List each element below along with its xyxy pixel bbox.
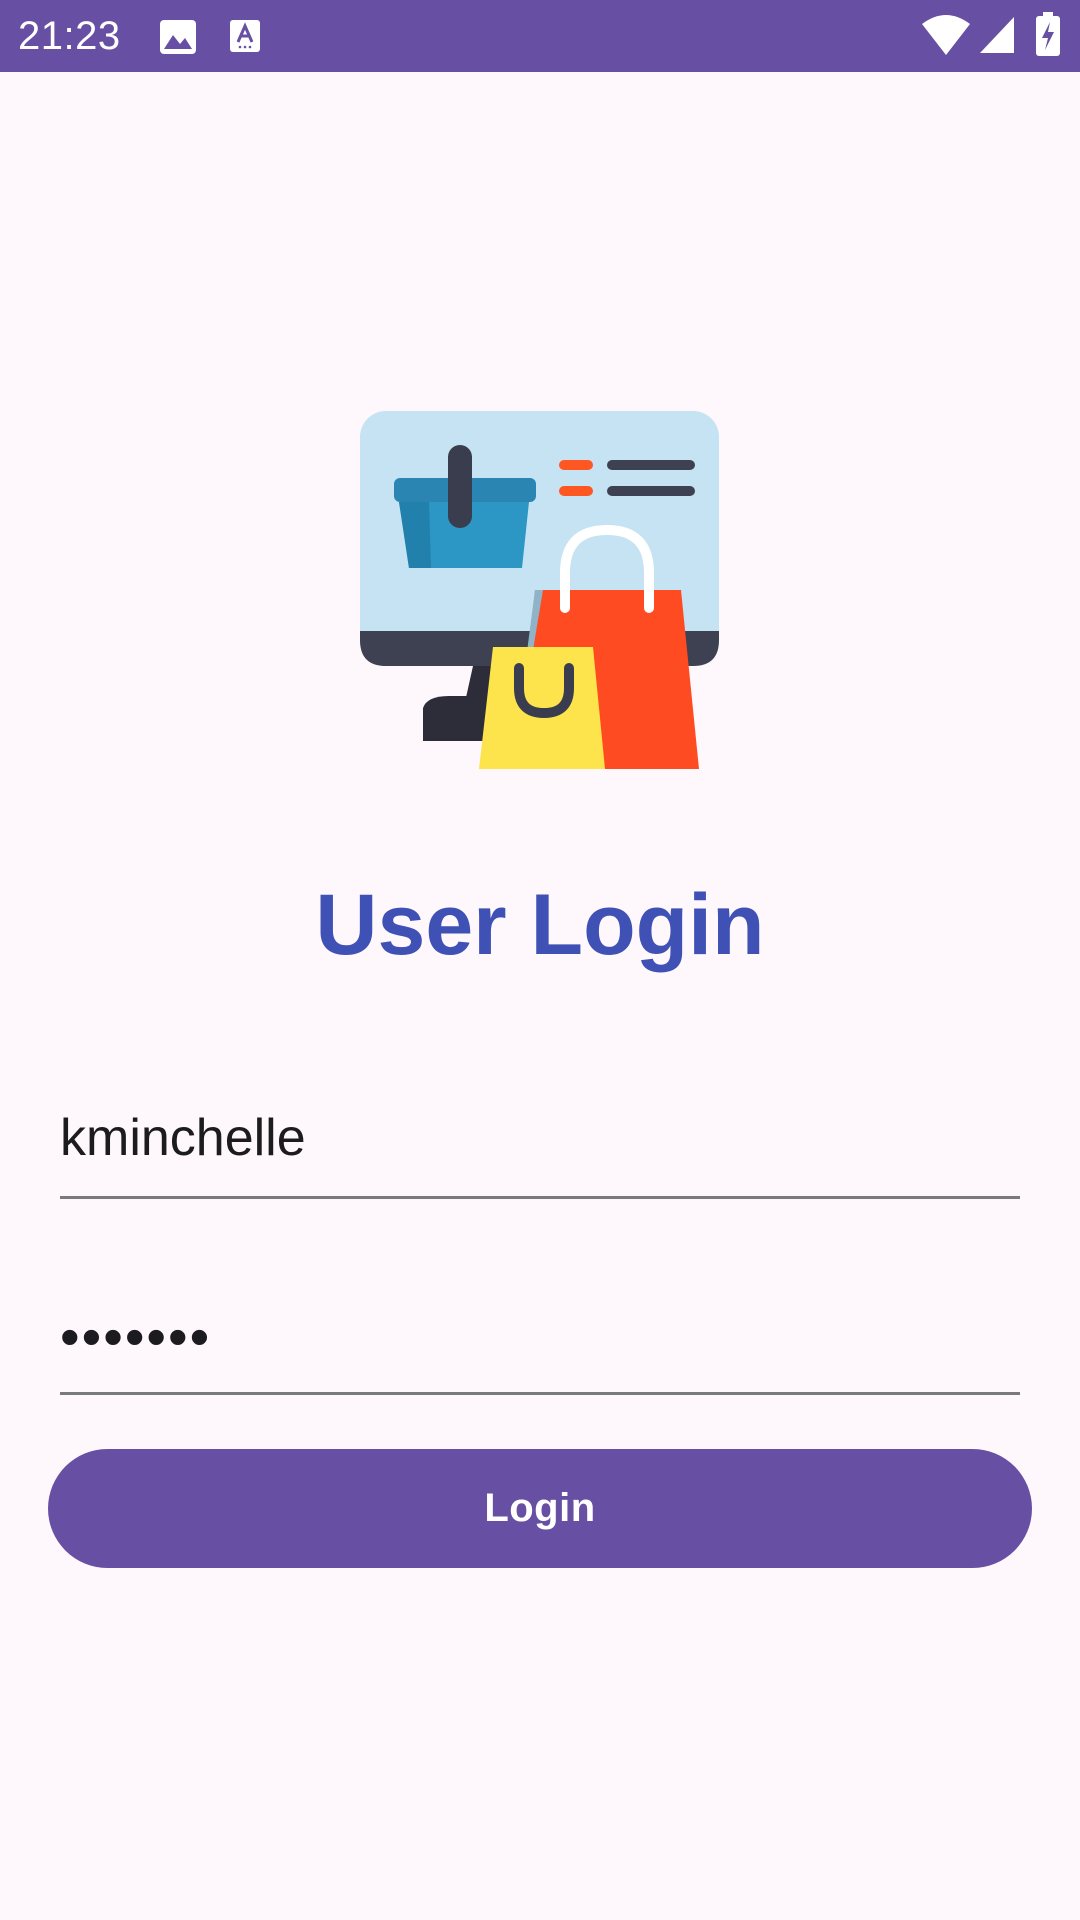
online-shopping-illustration — [360, 411, 719, 769]
cellular-signal-icon — [980, 17, 1014, 53]
page-title: User Login — [315, 877, 765, 973]
image-notification-icon — [160, 20, 196, 54]
username-field[interactable] — [60, 1080, 1020, 1199]
battery-charging-icon — [1036, 12, 1060, 56]
username-input[interactable] — [60, 1080, 1020, 1196]
wifi-icon — [922, 15, 970, 55]
status-time: 21:23 — [18, 14, 121, 58]
login-button[interactable]: Login — [48, 1449, 1032, 1568]
status-bar: 21:23 — [0, 0, 1080, 72]
password-field[interactable] — [60, 1280, 1020, 1395]
password-input[interactable] — [60, 1280, 1020, 1392]
yellow-shopping-bag-icon — [479, 647, 605, 769]
a-notification-icon — [230, 20, 260, 52]
